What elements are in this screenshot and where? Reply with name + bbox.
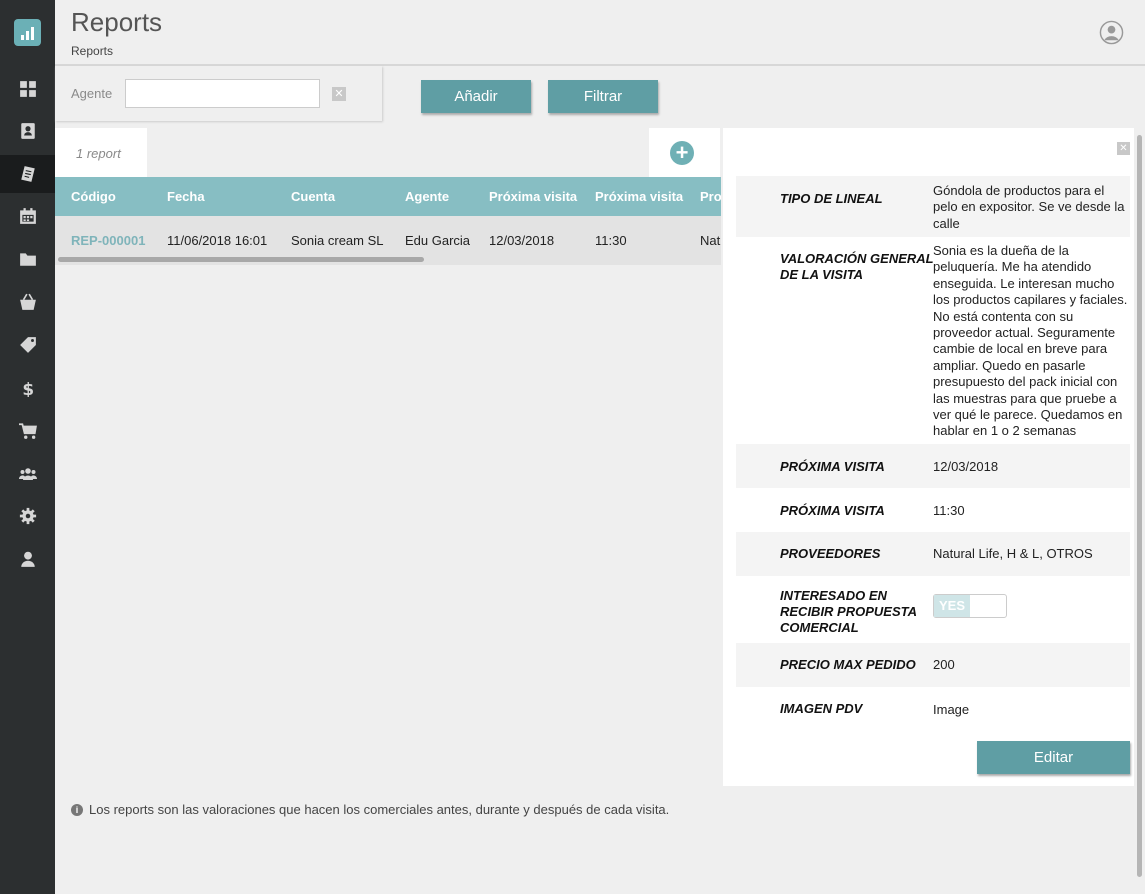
sidebar: $ <box>0 0 55 894</box>
detail-value: Góndola de productos para el pelo en exp… <box>933 183 1125 231</box>
add-button[interactable]: Añadir <box>421 80 531 113</box>
svg-text:$: $ <box>22 379 34 397</box>
user-avatar-icon[interactable] <box>1099 20 1124 45</box>
detail-value: 11:30 <box>933 503 965 518</box>
cell-proxima-visita-fecha: 12/03/2018 <box>489 233 555 248</box>
page-vertical-scrollbar[interactable] <box>1137 135 1142 877</box>
table-horizontal-scrollbar[interactable] <box>58 257 424 262</box>
sidebar-item-cart[interactable] <box>0 412 55 450</box>
calendar-icon <box>19 208 36 224</box>
detail-row-proxima-visita-hora: PRÓXIMA VISITA 11:30 <box>736 488 1130 532</box>
filter-panel: Agente ✕ <box>55 66 382 121</box>
table-header: Código Fecha Cuenta Agente Próxima visit… <box>55 177 721 216</box>
column-header-agente[interactable]: Agente <box>405 189 449 204</box>
detail-row-proxima-visita-fecha: PRÓXIMA VISITA 12/03/2018 <box>736 444 1130 488</box>
gear-icon <box>19 507 36 525</box>
sidebar-item-orders[interactable] <box>0 283 55 321</box>
cell-fecha: 11/06/2018 16:01 <box>167 233 268 248</box>
cell-proxima-visita-hora: 11:30 <box>595 233 627 248</box>
page-title: Reports <box>71 7 163 37</box>
detail-row-interesado: INTERESADO EN RECIBIR PROPUESTA COMERCIA… <box>736 576 1130 643</box>
detail-value: 200 <box>933 657 955 672</box>
detail-label: IMAGEN PDV <box>780 701 863 716</box>
detail-row-tipo-lineal: TIPO DE LINEAL Góndola de productos para… <box>736 176 1130 237</box>
detail-value: Natural Life, H & L, OTROS <box>933 546 1093 561</box>
agent-filter-label: Agente <box>71 86 113 101</box>
sidebar-item-reports[interactable] <box>0 155 55 193</box>
user-icon <box>20 551 35 567</box>
detail-row-imagen-pdv: IMAGEN PDV Image <box>736 687 1130 731</box>
app-logo-icon[interactable] <box>14 19 41 46</box>
detail-value: Sonia es la dueña de la peluquería. Me h… <box>933 243 1128 439</box>
toggle-yes-label: YES <box>934 595 970 617</box>
clear-filter-icon[interactable]: ✕ <box>332 87 346 101</box>
close-icon[interactable]: ✕ <box>1117 142 1130 155</box>
column-header-proveedores[interactable]: Pro <box>700 189 721 204</box>
detail-label: PROVEEDORES <box>780 546 881 561</box>
tag-icon <box>19 337 36 353</box>
sidebar-item-profile[interactable] <box>0 540 55 578</box>
detail-label: TIPO DE LINEAL <box>780 191 883 206</box>
sidebar-item-tags[interactable] <box>0 326 55 364</box>
info-note-text: Los reports son las valoraciones que hac… <box>89 802 670 817</box>
contacts-book-icon <box>20 123 35 139</box>
report-count: 1 report <box>76 146 121 161</box>
dollar-icon: $ <box>22 379 34 397</box>
column-header-cuenta[interactable]: Cuenta <box>291 189 335 204</box>
breadcrumb[interactable]: Reports <box>71 44 113 58</box>
folder-icon <box>19 253 36 266</box>
filter-button[interactable]: Filtrar <box>548 80 658 113</box>
header: Reports Reports <box>55 0 1145 66</box>
sidebar-item-settings[interactable] <box>0 497 55 535</box>
detail-label: PRÓXIMA VISITA <box>780 459 885 474</box>
cart-icon <box>18 423 37 439</box>
detail-label: INTERESADO EN RECIBIR PROPUESTA COMERCIA… <box>780 588 917 635</box>
detail-label: VALORACIÓN GENERAL DE LA VISITA <box>780 251 934 282</box>
sidebar-item-calendar[interactable] <box>0 197 55 235</box>
info-icon: i <box>71 803 83 816</box>
sidebar-item-teams[interactable] <box>0 455 55 493</box>
dashboard-grid-icon <box>19 81 36 97</box>
agent-filter-input[interactable] <box>125 79 320 108</box>
sidebar-item-files[interactable] <box>0 240 55 278</box>
sidebar-item-dashboard[interactable] <box>0 70 55 108</box>
column-header-fecha[interactable]: Fecha <box>167 189 205 204</box>
new-report-box: + <box>649 128 720 177</box>
detail-row-proveedores: PROVEEDORES Natural Life, H & L, OTROS <box>736 532 1130 576</box>
detail-label: PRÓXIMA VISITA <box>780 503 885 518</box>
detail-image-link[interactable]: Image <box>933 702 1130 718</box>
detail-row-valoracion: VALORACIÓN GENERAL DE LA VISITA Sonia es… <box>736 237 1130 444</box>
report-code-link[interactable]: REP-000001 <box>71 233 145 248</box>
add-report-plus-icon[interactable]: + <box>670 141 694 165</box>
column-header-proxima-visita-fecha[interactable]: Próxima visita <box>489 189 577 204</box>
sidebar-item-billing[interactable]: $ <box>0 369 55 407</box>
detail-label: PRECIO MAX PEDIDO <box>780 657 916 672</box>
edit-button[interactable]: Editar <box>977 741 1130 774</box>
cell-proveedores: Nat <box>700 233 721 248</box>
column-header-codigo[interactable]: Código <box>71 189 116 204</box>
column-header-proxima-visita-hora[interactable]: Próxima visita <box>595 189 683 204</box>
users-group-icon <box>18 468 37 480</box>
sidebar-item-contacts[interactable] <box>0 112 55 150</box>
basket-icon <box>19 293 36 310</box>
interested-toggle[interactable]: YES <box>933 594 1007 618</box>
report-count-bar: 1 report <box>55 128 147 177</box>
info-note: i Los reports son las valoraciones que h… <box>71 802 669 817</box>
detail-row-precio-max: PRECIO MAX PEDIDO 200 <box>736 643 1130 687</box>
cell-agente: Edu Garcia <box>405 233 471 248</box>
report-detail-panel: ✕ TIPO DE LINEAL Góndola de productos pa… <box>723 128 1134 786</box>
cell-cuenta: Sonia cream SL <box>291 233 384 248</box>
reports-icon <box>20 166 35 182</box>
detail-value: 12/03/2018 <box>933 459 999 474</box>
